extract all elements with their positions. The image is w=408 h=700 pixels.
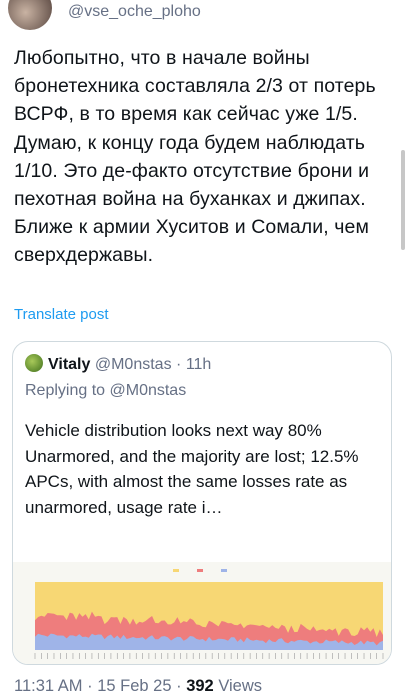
- chart-legend-swatch: [197, 569, 203, 572]
- quoted-author-handle[interactable]: @M0nstas: [95, 356, 172, 373]
- translate-post-link[interactable]: Translate post: [14, 306, 109, 323]
- author-handle[interactable]: @vse_oche_ploho: [68, 3, 201, 21]
- post-meta: 11:31 AM · 15 Feb 25 · 392 Views: [14, 677, 262, 696]
- views-count: 392: [186, 677, 214, 695]
- quoted-chart-image[interactable]: [13, 562, 391, 664]
- separator-dot: ·: [176, 677, 182, 695]
- quoted-post-time[interactable]: 11h: [186, 356, 212, 373]
- author-avatar[interactable]: [8, 0, 52, 30]
- chart-legend-swatch: [221, 569, 227, 572]
- replying-to-label[interactable]: Replying to @M0nstas: [25, 382, 186, 400]
- post-time[interactable]: 11:31 AM: [14, 677, 83, 695]
- quoted-post-header: Vitaly @M0nstas · 11h: [25, 354, 211, 374]
- post-date[interactable]: 15 Feb 25: [97, 677, 171, 695]
- post-header: @vse_oche_ploho: [0, 0, 408, 34]
- views-label: Views: [218, 677, 263, 695]
- quoted-post-text: Vehicle distribution looks next way 80% …: [25, 421, 359, 517]
- quoted-post-card[interactable]: Vitaly @M0nstas · 11h Replying to @M0nst…: [12, 341, 392, 665]
- quoted-author-name[interactable]: Vitaly: [48, 356, 90, 373]
- chart-legend-swatch: [173, 569, 179, 572]
- post-text: Любопытно, что в начале войны бронетехни…: [14, 47, 376, 267]
- separator-dot: ·: [87, 677, 93, 695]
- scrollbar-thumb[interactable]: [401, 150, 405, 250]
- vehicle-distribution-chart-image: [34, 569, 384, 659]
- quoted-author-avatar[interactable]: [25, 354, 43, 372]
- separator-dot: ·: [176, 356, 182, 373]
